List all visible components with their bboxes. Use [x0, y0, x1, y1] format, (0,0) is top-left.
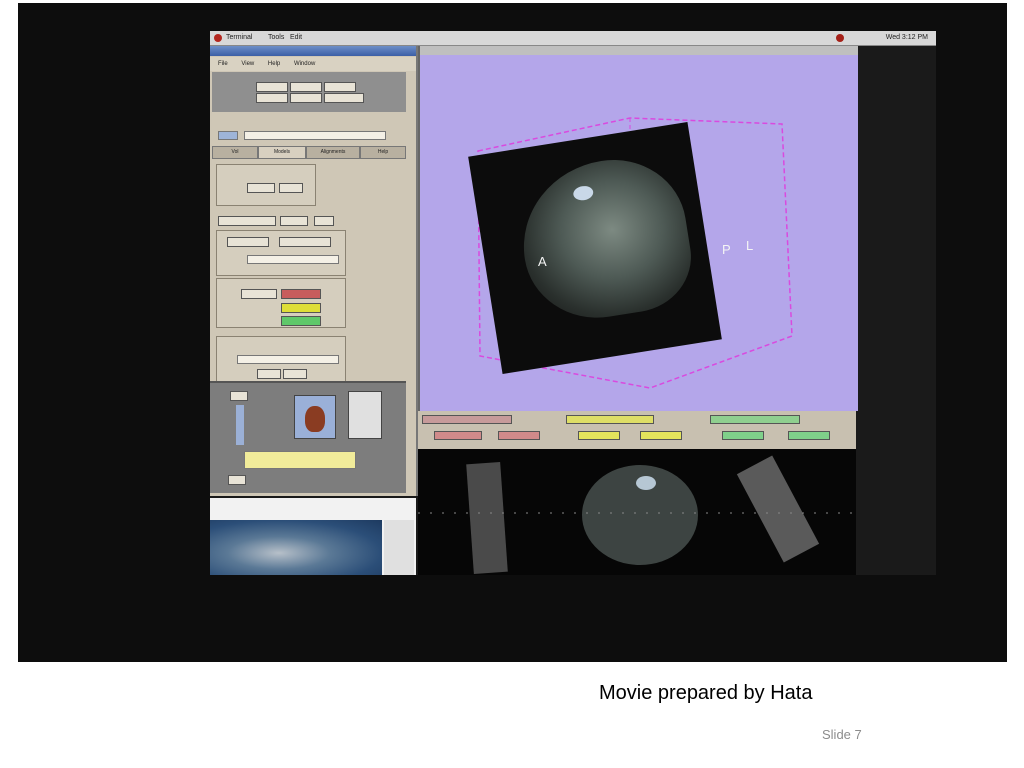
control-red — [434, 431, 482, 440]
orientation-label: A — [538, 254, 547, 269]
tab-models: Models — [258, 146, 306, 159]
slicer-control-panel: File View Help Window Vol Models Alignme… — [210, 46, 418, 496]
slice-views-svg — [418, 455, 856, 575]
panel-menubar: File View Help Window — [210, 57, 416, 71]
desktop-list — [384, 520, 414, 575]
color-swatch-yellow — [281, 303, 321, 313]
toolbar-button — [290, 82, 322, 92]
toolbar-button — [324, 82, 356, 92]
panel-menu-item: Help — [267, 61, 281, 67]
name-field — [247, 255, 339, 264]
toolbar-block — [212, 72, 406, 112]
control-yellow — [640, 431, 682, 440]
tab-help: Help — [360, 146, 406, 159]
slide-number: Slide 7 — [822, 727, 862, 742]
mode-text-field — [244, 131, 386, 140]
viewer-button — [230, 391, 248, 401]
tab-alignments: Alignments — [306, 146, 360, 159]
desktop-background — [210, 498, 416, 575]
panel-button — [314, 216, 334, 226]
orientation-label: P — [722, 242, 731, 257]
color-swatch-green — [281, 316, 321, 326]
menubar-item: Edit — [290, 34, 303, 41]
head-icon — [305, 406, 325, 432]
slider-yellow — [566, 415, 654, 424]
tooltip — [244, 451, 356, 469]
menubar-app-name: Terminal — [226, 34, 253, 41]
tab-vol: Vol — [212, 146, 258, 159]
slice-sliders — [418, 411, 856, 449]
earth-image — [210, 520, 382, 575]
menubar-clock: Wed 3:12 PM — [885, 34, 928, 41]
2d-slice-views — [418, 449, 856, 575]
viewer-controls — [210, 381, 406, 493]
control-red — [498, 431, 540, 440]
group-button — [279, 237, 331, 247]
brain-image — [511, 149, 699, 329]
slider-green — [710, 415, 800, 424]
group-box — [216, 230, 346, 276]
slide-caption: Movie prepared by Hata — [599, 682, 813, 704]
slicer-screen-capture: Terminal Tools Edit Wed 3:12 PM File Vie… — [210, 31, 936, 575]
control-yellow — [578, 431, 620, 440]
control-green — [722, 431, 764, 440]
toolbar-button — [324, 93, 364, 103]
head-thumbnail — [294, 395, 336, 439]
brain-highlight — [572, 184, 595, 202]
mode-field — [218, 131, 238, 140]
viewer-button — [228, 475, 246, 485]
path-field — [237, 355, 339, 364]
orientation-label: L — [746, 238, 754, 253]
panel-menu-item: Window — [293, 61, 316, 67]
control-green — [788, 431, 830, 440]
panel-button — [218, 216, 276, 226]
panel-menu-item: File — [218, 61, 228, 67]
toolbar-button — [290, 93, 322, 103]
orientation-compass-icon — [348, 391, 382, 439]
group-box — [216, 336, 346, 384]
apple-icon — [214, 34, 222, 42]
group-button — [227, 237, 269, 247]
mri-sagittal-slice — [468, 121, 722, 375]
panel-button — [280, 216, 308, 226]
color-swatch-red — [281, 289, 321, 299]
status-orb-icon — [836, 34, 844, 42]
panel-titlebar — [210, 46, 416, 56]
group-box — [216, 278, 346, 328]
panel-tabs: Vol Models Alignments Help — [212, 146, 406, 159]
movie-frame: Terminal Tools Edit Wed 3:12 PM File Vie… — [18, 3, 1007, 662]
panel-menu-item: View — [241, 61, 255, 67]
group-button — [283, 369, 307, 379]
toolbar-button — [256, 82, 288, 92]
system-menubar: Terminal Tools Edit Wed 3:12 PM — [210, 31, 936, 46]
group-button — [247, 183, 275, 193]
3d-view: A P L — [418, 46, 858, 411]
group-button — [279, 183, 303, 193]
toolbar-button — [256, 93, 288, 103]
group-button — [257, 369, 281, 379]
vertical-slider — [236, 405, 244, 445]
group-button — [241, 289, 277, 299]
group-box — [216, 164, 316, 206]
menubar-item: Tools — [268, 34, 285, 41]
slider-red — [422, 415, 512, 424]
